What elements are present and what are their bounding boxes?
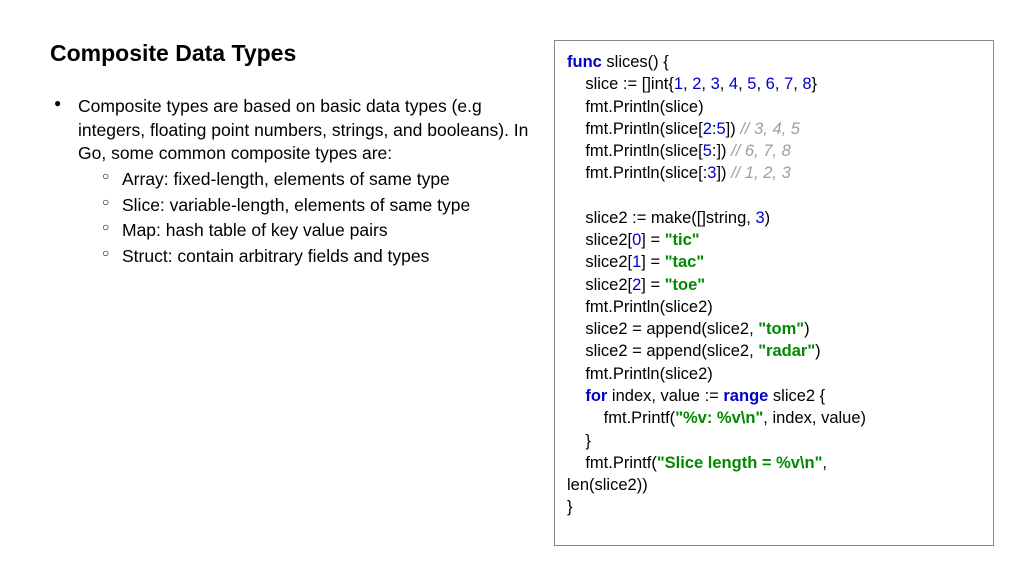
sub-list: Array: fixed-length, elements of same ty… — [78, 168, 534, 269]
keyword-func: func — [567, 53, 602, 71]
code-panel: func slices() { slice := []int{1, 2, 3, … — [554, 40, 994, 546]
list-item: Slice: variable-length, elements of same… — [78, 194, 534, 218]
keyword-for: for — [585, 387, 607, 405]
list-item: Array: fixed-length, elements of same ty… — [78, 168, 534, 192]
keyword-range: range — [723, 387, 768, 405]
intro-text: Composite types are based on basic data … — [78, 96, 528, 163]
bullet-list: Composite types are based on basic data … — [50, 95, 534, 268]
content-panel: Composite Data Types Composite types are… — [50, 40, 554, 546]
list-item: Composite types are based on basic data … — [50, 95, 534, 268]
list-item: Map: hash table of key value pairs — [78, 219, 534, 243]
list-item: Struct: contain arbitrary fields and typ… — [78, 245, 534, 269]
slide-title: Composite Data Types — [50, 40, 534, 67]
